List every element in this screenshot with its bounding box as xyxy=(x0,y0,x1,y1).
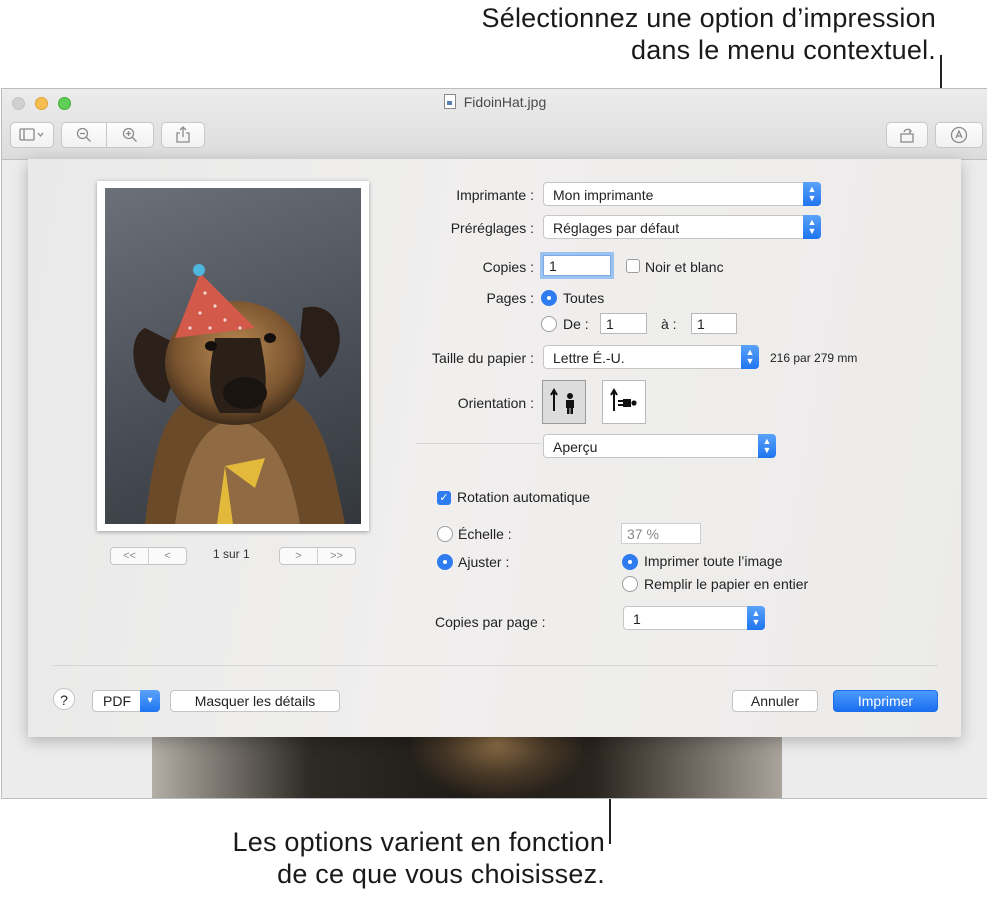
pages-all-label: Toutes xyxy=(563,290,605,306)
landscape-person-icon xyxy=(610,388,637,411)
popup-chevrons-icon: ▲ ▼ xyxy=(758,434,776,458)
document-icon xyxy=(443,94,456,109)
footer-separator xyxy=(52,665,938,666)
fit-label: Ajuster : xyxy=(458,554,510,570)
callout-top-line2: dans le menu contextuel. xyxy=(631,35,936,65)
zoom-in-button[interactable] xyxy=(106,122,154,148)
callout-bottom: Les options varient en fonction de ce qu… xyxy=(150,826,605,890)
copies-per-page-value: 1 xyxy=(633,611,641,627)
hide-details-button[interactable]: Masquer les détails xyxy=(170,690,340,712)
scale-label: Échelle : xyxy=(458,526,512,542)
fill-paper-label: Remplir le papier en entier xyxy=(644,576,809,592)
page-nav-left: << < xyxy=(110,547,187,565)
pages-to-label: à : xyxy=(661,316,677,332)
print-whole-image-label: Imprimer toute l’image xyxy=(644,553,783,569)
document-photo-background xyxy=(152,737,782,798)
printer-value: Mon imprimante xyxy=(553,187,654,203)
cancel-button[interactable]: Annuler xyxy=(732,690,818,712)
pages-to-field[interactable]: 1 xyxy=(691,313,737,334)
previous-page-button[interactable]: < xyxy=(148,548,186,564)
callout-top: Sélectionnez une option d’impression dan… xyxy=(380,2,936,66)
rotate-button[interactable] xyxy=(886,122,928,148)
scale-radio[interactable] xyxy=(437,526,453,542)
pages-all-radio[interactable] xyxy=(541,290,557,306)
rotate-icon xyxy=(900,128,914,143)
presets-popup[interactable]: Réglages par défaut ▲ ▼ xyxy=(543,215,821,239)
pdf-menu-button[interactable]: PDF ▾ xyxy=(92,690,160,712)
pdf-label: PDF xyxy=(103,693,131,709)
auto-rotate-checkbox[interactable]: ✓ xyxy=(437,491,451,505)
printer-popup[interactable]: Mon imprimante ▲ ▼ xyxy=(543,182,821,206)
dog-photo xyxy=(105,188,361,524)
pages-label: Pages : xyxy=(486,290,534,306)
popup-chevrons-icon: ▲ ▼ xyxy=(741,345,759,369)
window-title: FidoinHat.jpg xyxy=(2,94,987,110)
zoom-out-icon xyxy=(76,127,91,142)
page-nav-right: > >> xyxy=(279,547,356,565)
sidebar-button[interactable] xyxy=(10,122,54,148)
sidebar-icon xyxy=(19,128,44,141)
landscape-orientation-button[interactable] xyxy=(602,380,646,424)
markup-button[interactable] xyxy=(935,122,983,148)
portrait-orientation-button[interactable] xyxy=(542,380,586,424)
fill-paper-radio[interactable] xyxy=(622,576,638,592)
page-counter: 1 sur 1 xyxy=(213,547,250,561)
copies-label: Copies : xyxy=(482,259,534,275)
pages-range-radio[interactable] xyxy=(541,316,557,332)
scale-field[interactable]: 37 % xyxy=(621,523,701,544)
print-whole-image-radio[interactable] xyxy=(622,554,638,570)
paper-size-value: Lettre É.-U. xyxy=(553,350,625,366)
presets-label: Préréglages : xyxy=(450,220,534,236)
popup-chevrons-icon: ▲ ▼ xyxy=(747,606,765,630)
paper-dimensions: 216 par 279 mm xyxy=(770,351,858,365)
copies-field[interactable]: 1 xyxy=(543,255,611,276)
orientation-label: Orientation : xyxy=(457,395,534,411)
callout-bottom-line2: de ce que vous choisissez. xyxy=(277,859,605,889)
printer-label: Imprimante : xyxy=(456,187,534,203)
chevron-down-icon: ▾ xyxy=(140,690,160,712)
paper-size-popup[interactable]: Lettre É.-U. ▲ ▼ xyxy=(543,345,759,369)
next-page-button[interactable]: > xyxy=(280,548,317,564)
print-preview-thumbnail xyxy=(97,181,369,531)
presets-value: Réglages par défaut xyxy=(553,220,680,236)
zoom-out-button[interactable] xyxy=(61,122,107,148)
copies-per-page-label: Copies par page : xyxy=(435,614,546,630)
markup-icon xyxy=(950,126,968,144)
first-page-button[interactable]: << xyxy=(111,548,148,564)
share-icon xyxy=(176,126,190,143)
section-separator-left xyxy=(416,443,541,444)
title-bar: FidoinHat.jpg xyxy=(2,89,987,160)
section-popup[interactable]: Aperçu ▲ ▼ xyxy=(543,434,776,458)
auto-rotate-label: Rotation automatique xyxy=(457,489,591,505)
pages-from-label: De : xyxy=(563,316,589,332)
fit-radio[interactable] xyxy=(437,554,453,570)
black-and-white-checkbox[interactable] xyxy=(626,259,640,273)
paper-size-label: Taille du papier : xyxy=(432,350,534,366)
copies-per-page-popup[interactable]: 1 ▲ ▼ xyxy=(623,606,765,630)
callout-bottom-line1: Les options varient en fonction xyxy=(232,827,605,857)
window-title-text: FidoinHat.jpg xyxy=(463,94,547,110)
section-popup-value: Aperçu xyxy=(553,439,598,455)
popup-chevrons-icon: ▲ ▼ xyxy=(803,215,821,239)
portrait-person-icon xyxy=(550,388,574,414)
help-button[interactable]: ? xyxy=(53,688,75,710)
callout-top-line1: Sélectionnez une option d’impression xyxy=(481,3,936,33)
last-page-button[interactable]: >> xyxy=(317,548,355,564)
share-button[interactable] xyxy=(161,122,205,148)
popup-chevrons-icon: ▲ ▼ xyxy=(803,182,821,206)
dog-illustration xyxy=(133,264,345,524)
pages-from-field[interactable]: 1 xyxy=(600,313,647,334)
print-dialog: << < 1 sur 1 > >> Imprimante : Mon impri… xyxy=(28,159,961,737)
preview-window: FidoinHat.jpg << < 1 sur 1 > >> Impriman… xyxy=(1,88,987,799)
black-and-white-label: Noir et blanc xyxy=(645,259,724,275)
print-button[interactable]: Imprimer xyxy=(833,690,938,712)
zoom-in-icon xyxy=(122,127,137,142)
